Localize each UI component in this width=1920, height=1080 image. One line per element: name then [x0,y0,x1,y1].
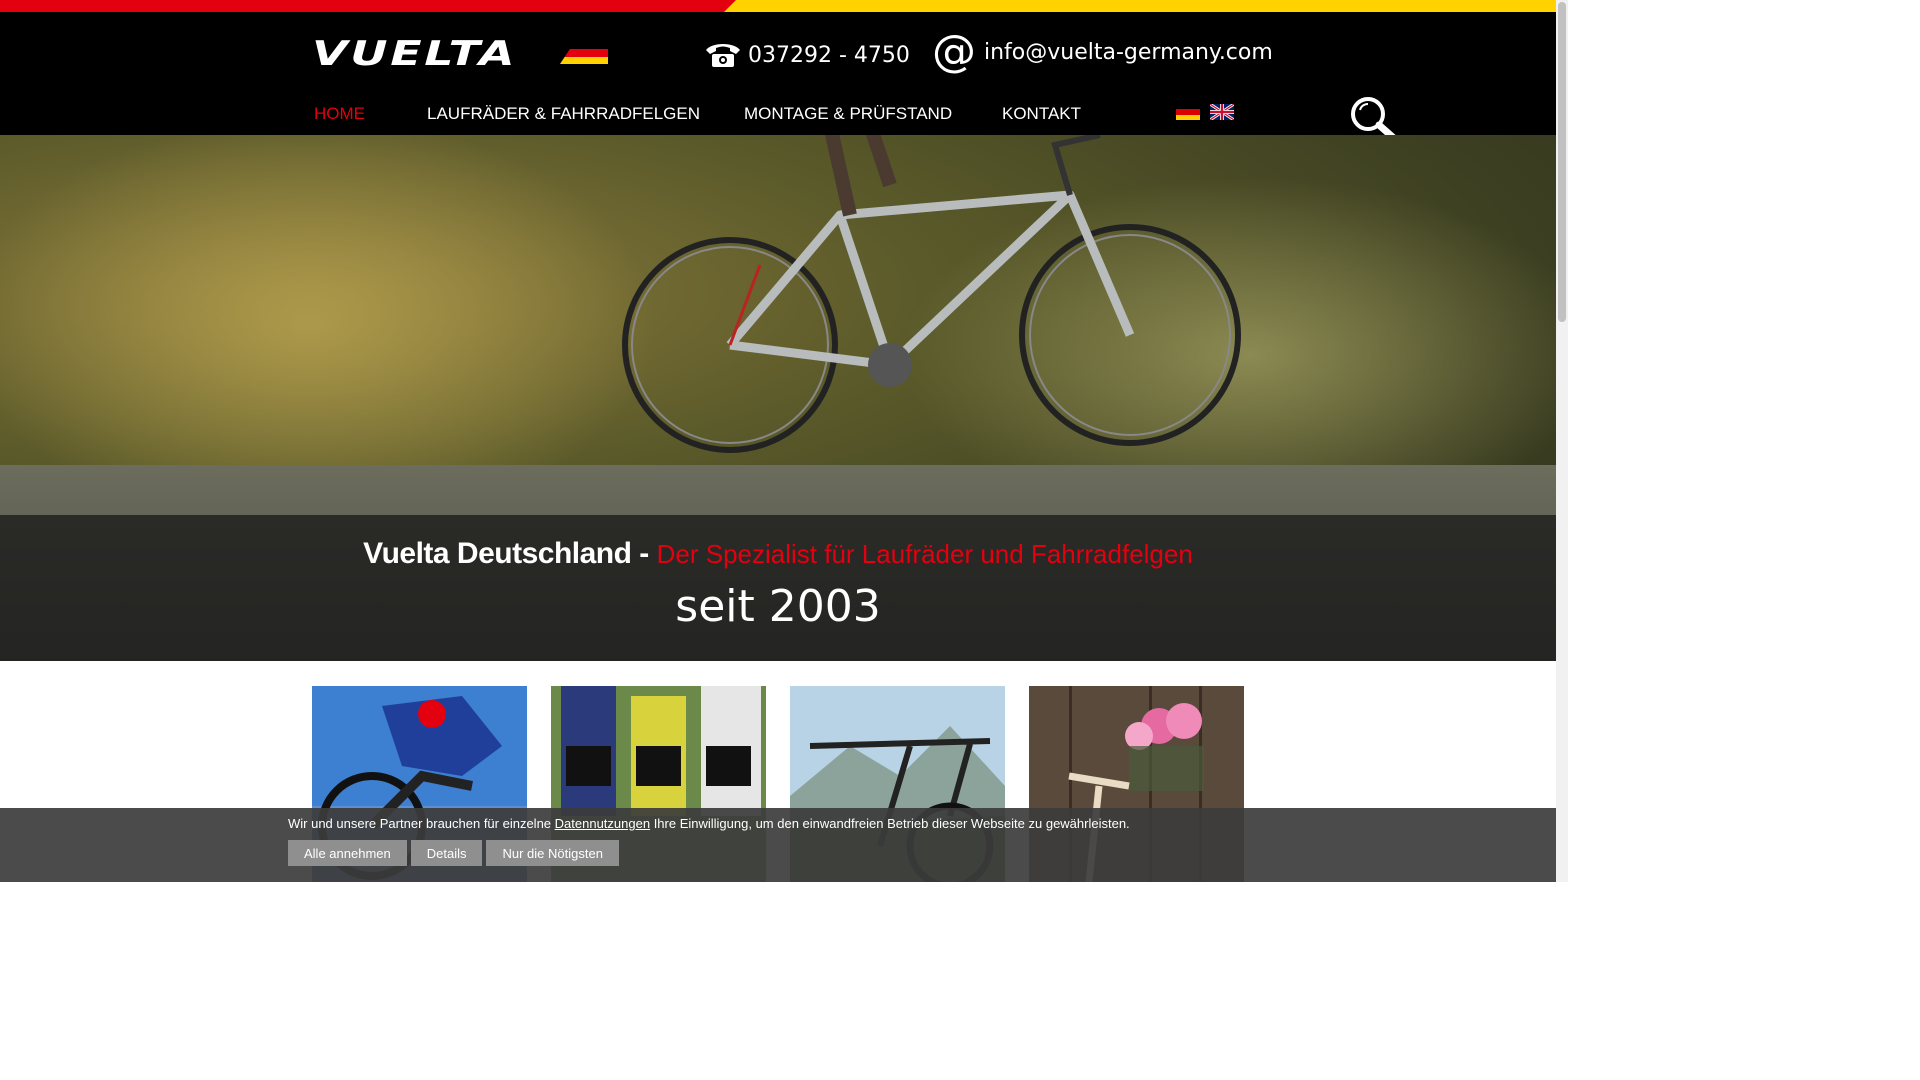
top-color-stripe [0,0,1556,12]
page-scrollbar[interactable] [1556,0,1568,882]
hero-title: Vuelta Deutschland - [363,537,657,570]
email-address: info@vuelta-germany.com [984,39,1273,65]
scrollbar-thumb[interactable] [1558,2,1566,322]
vuelta-logo[interactable]: VUELTA [312,34,608,78]
uk-flag-icon[interactable] [1210,104,1234,120]
accept-all-button[interactable]: Alle annehmen [288,840,407,866]
nav-montage[interactable]: MONTAGE & PRÜFSTAND [744,104,952,124]
cookie-text-before: Wir und unsere Partner brauchen für einz… [288,816,555,831]
de-flag-icon[interactable] [1176,104,1200,120]
road-bike-image [622,135,1241,453]
language-switcher [1176,104,1234,120]
email-contact[interactable]: @ info@vuelta-germany.com [932,26,1273,77]
hero-caption: Vuelta Deutschland - Der Spezialist für … [0,515,1556,661]
phone-number: 037292 - 4750 [748,42,910,68]
cookie-text-after: Ihre Einwilligung, um den einwandfreien … [650,816,1130,831]
hero-banner: Vuelta Deutschland - Der Spezialist für … [0,135,1556,661]
cookie-banner: Wir und unsere Partner brauchen für einz… [0,808,1556,882]
datennutzungen-link[interactable]: Datennutzungen [555,816,650,831]
at-icon: @ [932,26,976,77]
logo-text: VUELTA [312,34,518,74]
main-nav: HOME LAUFRÄDER & FAHRRADFELGEN MONTAGE &… [0,104,1556,136]
nav-kontakt[interactable]: KONTAKT [1002,104,1081,124]
site-header: VUELTA 037292 - 4750 @ info@vuelta-germa… [0,12,1556,144]
telephone-icon [706,44,740,67]
cookie-message: Wir und unsere Partner brauchen für einz… [288,816,1130,831]
details-button[interactable]: Details [410,840,483,866]
hero-subtitle: Der Spezialist für Laufräder und Fahrrad… [656,539,1193,569]
phone-contact[interactable]: 037292 - 4750 [704,42,910,68]
nav-home[interactable]: HOME [314,104,365,124]
nav-laufraeder[interactable]: LAUFRÄDER & FAHRRADFELGEN [427,104,700,124]
necessary-only-button[interactable]: Nur die Nötigsten [486,840,619,866]
german-flag-stripe [560,42,608,64]
hero-since: seit 2003 [675,581,881,632]
